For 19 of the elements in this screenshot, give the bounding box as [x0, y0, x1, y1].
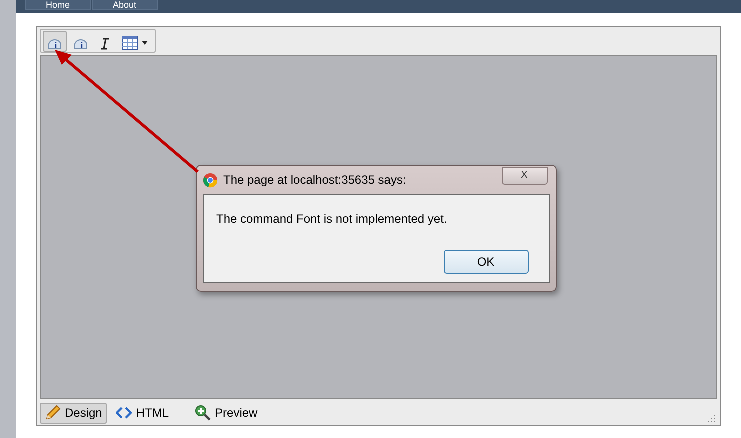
- code-icon: [116, 407, 132, 419]
- info-icon: [74, 38, 88, 50]
- nav-tab[interactable]: Home: [25, 0, 92, 10]
- resize-grip-icon: [707, 414, 716, 423]
- info-icon: [48, 38, 62, 50]
- italic-icon: [100, 38, 110, 50]
- pencil-icon: [45, 405, 61, 421]
- ok-button[interactable]: OK: [444, 250, 528, 274]
- dialog-title: The page at localhost:35635 says:: [224, 172, 406, 189]
- browser-logo-icon: [202, 172, 218, 188]
- mode-tab[interactable]: Design: [40, 402, 108, 424]
- close-button[interactable]: X: [502, 167, 548, 185]
- dialog-message: The command Font is not implemented yet.: [216, 211, 448, 228]
- caret-icon: [142, 40, 148, 44]
- mode-tab[interactable]: HTML: [111, 402, 174, 424]
- table-icon: [122, 36, 138, 50]
- nav-tab[interactable]: About: [92, 0, 158, 10]
- mode-tab[interactable]: Preview: [190, 402, 263, 424]
- zoom-icon: [195, 405, 212, 421]
